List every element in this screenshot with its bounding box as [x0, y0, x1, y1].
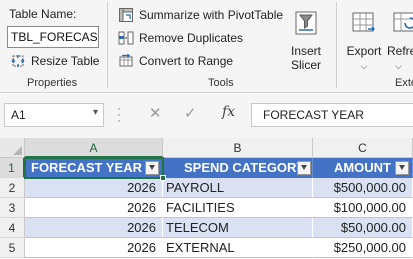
ribbon-separator — [107, 2, 108, 88]
column-header-b[interactable]: B — [163, 138, 313, 158]
cell-forecast-year[interactable]: 2026 — [25, 218, 163, 238]
export-button[interactable]: Export ⌵ — [344, 9, 384, 73]
table-row: 2026 EXTERNAL $250,000.00 — [25, 238, 413, 258]
refresh-label: Refre — [387, 44, 413, 58]
header-cell-spend-category[interactable]: SPEND CATEGORY — [163, 158, 313, 178]
export-icon — [344, 9, 384, 40]
convert-to-range-icon — [118, 53, 134, 69]
chevron-down-icon: ⌵ — [360, 61, 368, 71]
insert-slicer-button[interactable]: Insert Slicer — [283, 9, 329, 72]
convert-to-range-button[interactable]: Convert to Range — [118, 53, 233, 69]
name-box-value: A1 — [11, 108, 26, 122]
cell-amount[interactable]: $500,000.00 — [313, 178, 413, 198]
row-header-3[interactable]: 3 — [0, 198, 25, 218]
chevron-down-icon: ⌵ — [395, 61, 402, 71]
cell-amount[interactable]: $100,000.00 — [313, 198, 413, 218]
worksheet-grid: A B C 1 2 3 4 5 FORECAST YEAR SPEND CATE… — [0, 138, 413, 259]
remove-duplicates-button[interactable]: Remove Duplicates — [118, 30, 243, 46]
summarize-pivottable-button[interactable]: Summarize with PivotTable — [118, 7, 283, 23]
cell-amount[interactable]: $50,000.00 — [313, 218, 413, 238]
column-header-c[interactable]: C — [313, 138, 413, 158]
name-box[interactable]: A1 ▾ — [4, 103, 104, 127]
convert-to-range-label: Convert to Range — [139, 54, 234, 68]
chevron-down-icon[interactable]: ▾ — [93, 107, 98, 118]
filter-dropdown-icon[interactable] — [145, 161, 159, 175]
ribbon: Table Name: TBL_FORECAST Resize Table Pr… — [0, 0, 413, 93]
fill-handle[interactable] — [160, 175, 166, 181]
insert-slicer-label-line1: Insert — [290, 44, 321, 58]
table-row: 2026 PAYROLL $500,000.00 — [25, 178, 413, 198]
filter-dropdown-icon[interactable] — [395, 161, 409, 175]
table-row: 2026 FACILITIES $100,000.00 — [25, 198, 413, 218]
table-name-label: Table Name: — [9, 7, 77, 21]
cell-spend-category[interactable]: PAYROLL — [163, 178, 313, 198]
remove-duplicates-label: Remove Duplicates — [139, 31, 244, 45]
insert-function-icon[interactable]: fx — [222, 104, 235, 120]
cell-spend-category[interactable]: TELECOM — [163, 218, 313, 238]
remove-duplicates-icon — [118, 30, 134, 46]
refresh-button[interactable]: Refre ⌵ — [387, 9, 413, 73]
filter-dropdown-icon[interactable] — [297, 161, 311, 175]
cell-forecast-year[interactable]: 2026 — [25, 238, 163, 258]
summarize-pivottable-label: Summarize with PivotTable — [139, 8, 284, 22]
header-cell-amount[interactable]: AMOUNT — [313, 158, 413, 178]
tools-group-label: Tools — [208, 77, 234, 89]
formula-bar: A1 ▾ · · · ✕ ✓ fx FORECAST YEAR — [0, 94, 413, 138]
properties-group-label: Properties — [27, 77, 78, 89]
cell-amount[interactable]: $250,000.00 — [313, 238, 413, 258]
table-row: 2026 TELECOM $50,000.00 — [25, 218, 413, 238]
resize-table-label: Resize Table — [31, 54, 100, 68]
external-group-label: Exte — [395, 77, 413, 89]
header-label: FORECAST YEAR — [31, 160, 142, 175]
slicer-icon — [283, 9, 329, 40]
row-header-5[interactable]: 5 — [0, 238, 25, 258]
table-header-row: FORECAST YEAR SPEND CATEGORY AMOUNT — [25, 158, 413, 178]
header-cell-forecast-year[interactable]: FORECAST YEAR — [25, 158, 163, 178]
resize-table-icon — [10, 53, 26, 69]
cell-forecast-year[interactable]: 2026 — [25, 198, 163, 218]
enter-icon[interactable]: ✓ — [184, 104, 197, 122]
cell-forecast-year[interactable]: 2026 — [25, 178, 163, 198]
formula-input[interactable]: FORECAST YEAR — [251, 103, 413, 127]
insert-slicer-label-line2: Slicer — [290, 58, 321, 72]
header-label: SPEND CATEGORY — [184, 160, 305, 175]
refresh-icon — [391, 9, 413, 40]
column-header-a[interactable]: A — [25, 138, 163, 158]
cancel-icon[interactable]: ✕ — [149, 104, 162, 122]
cell-spend-category[interactable]: FACILITIES — [163, 198, 313, 218]
resize-table-button[interactable]: Resize Table — [10, 53, 99, 69]
row-header-2[interactable]: 2 — [0, 178, 25, 198]
formula-bar-grip-icon[interactable]: · · · — [117, 102, 121, 126]
row-header-4[interactable]: 4 — [0, 218, 25, 238]
pivottable-icon — [118, 7, 134, 23]
table-name-input[interactable]: TBL_FORECAST — [7, 26, 99, 48]
select-all-button[interactable] — [0, 138, 25, 158]
export-label: Export — [346, 44, 382, 58]
header-label: AMOUNT — [333, 160, 391, 175]
row-header-1[interactable]: 1 — [0, 158, 25, 178]
ribbon-separator — [336, 2, 337, 88]
cell-spend-category[interactable]: EXTERNAL — [163, 238, 313, 258]
